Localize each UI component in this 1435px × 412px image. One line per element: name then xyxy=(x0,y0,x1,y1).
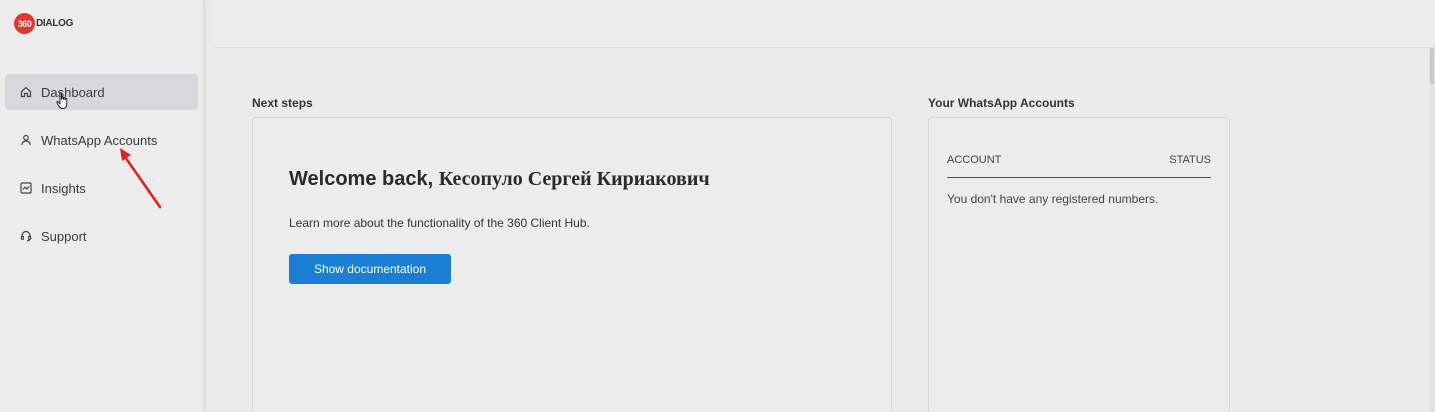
next-steps-card: Welcome back, Кесопуло Сергей Кириакович… xyxy=(252,117,892,412)
welcome-prefix: Welcome back, xyxy=(289,168,434,190)
chart-icon xyxy=(19,181,33,195)
page-scrollbar[interactable] xyxy=(1429,48,1435,412)
sidebar-item-whatsapp-accounts[interactable]: WhatsApp Accounts xyxy=(5,122,198,158)
next-steps-title: Next steps xyxy=(252,96,313,110)
column-header-account: ACCOUNT xyxy=(947,154,1002,166)
red-arrow-annotation xyxy=(120,148,162,209)
top-bar xyxy=(214,0,1435,48)
user-icon xyxy=(19,133,33,147)
brand-logo[interactable]: 360 DIALOG xyxy=(14,13,73,34)
home-icon xyxy=(19,85,33,99)
hand-cursor-icon xyxy=(56,92,68,109)
whatsapp-accounts-title: Your WhatsApp Accounts xyxy=(928,96,1075,110)
app-window: 360 DIALOG Dashboard WhatsApp Accounts I… xyxy=(0,0,1435,412)
welcome-description: Learn more about the functionality of th… xyxy=(289,216,590,230)
scrollbar-thumb[interactable] xyxy=(1430,48,1434,84)
sidebar-nav: Dashboard WhatsApp Accounts Insights Sup… xyxy=(5,74,198,266)
sidebar-item-label: Support xyxy=(41,228,87,244)
headset-icon xyxy=(19,229,33,243)
accounts-table-header: ACCOUNT STATUS xyxy=(947,154,1211,178)
welcome-heading: Welcome back, Кесопуло Сергей Кириакович xyxy=(289,168,710,191)
sidebar-item-insights[interactable]: Insights xyxy=(5,170,198,206)
column-header-status: STATUS xyxy=(1169,154,1211,166)
accounts-empty-message: You don't have any registered numbers. xyxy=(947,192,1159,206)
sidebar-item-support[interactable]: Support xyxy=(5,218,198,254)
sidebar-item-label: Dashboard xyxy=(41,84,105,100)
user-name: Кесопуло Сергей Кириакович xyxy=(438,168,710,190)
whatsapp-accounts-card: ACCOUNT STATUS You don't have any regist… xyxy=(928,117,1230,412)
sidebar-item-label: Insights xyxy=(41,180,86,196)
show-documentation-button[interactable]: Show documentation xyxy=(289,254,451,284)
logo-text: DIALOG xyxy=(36,18,74,29)
sidebar-item-dashboard[interactable]: Dashboard xyxy=(5,74,198,110)
logo-badge: 360 xyxy=(14,13,35,34)
sidebar: 360 DIALOG Dashboard WhatsApp Accounts I… xyxy=(0,0,204,412)
